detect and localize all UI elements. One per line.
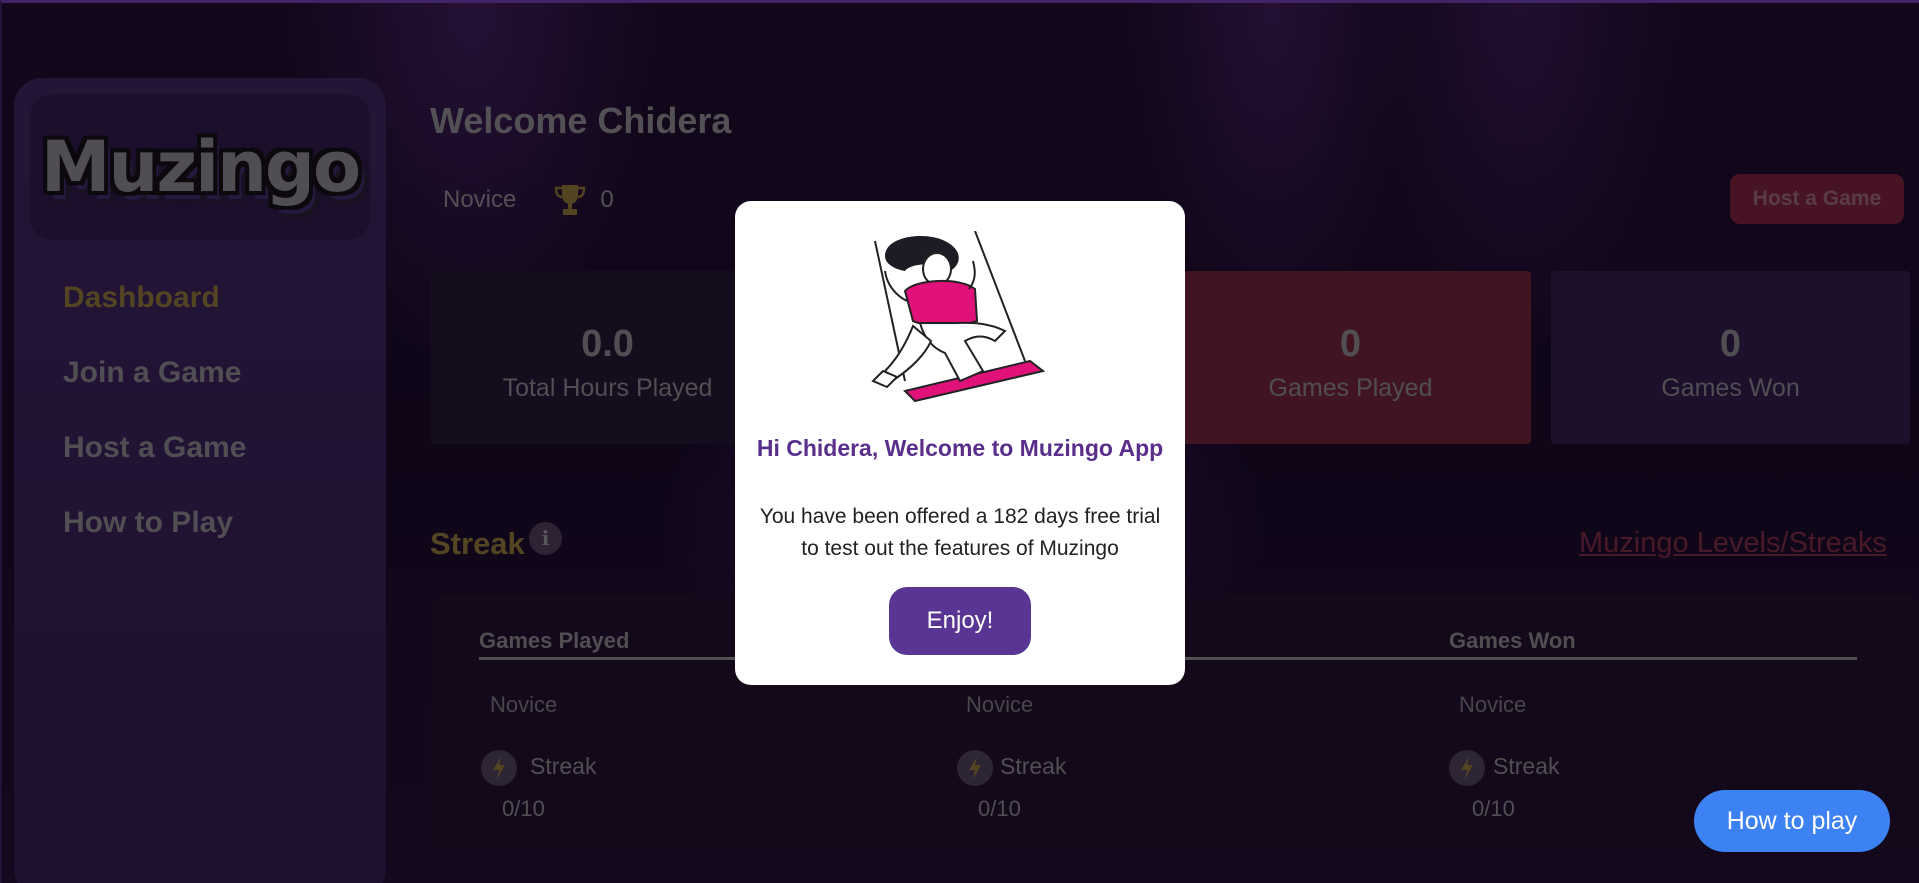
welcome-modal: Hi Chidera, Welcome to Muzingo App You h…: [735, 201, 1185, 685]
how-to-play-button[interactable]: How to play: [1694, 790, 1890, 852]
swing-illustration-icon: [871, 231, 1046, 403]
modal-body: You have been offered a 182 days free tr…: [759, 505, 1161, 560]
enjoy-button[interactable]: Enjoy!: [889, 587, 1031, 655]
modal-title: Hi Chidera, Welcome to Muzingo App: [756, 435, 1164, 461]
